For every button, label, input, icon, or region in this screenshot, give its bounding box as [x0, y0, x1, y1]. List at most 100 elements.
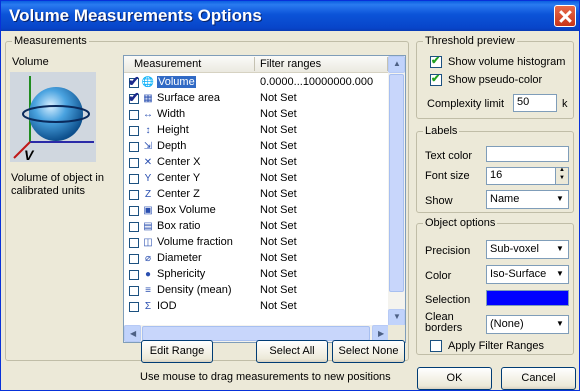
measurement-row[interactable]: ● Sphericity Not Set	[124, 267, 389, 283]
measurement-checkbox[interactable]	[129, 286, 139, 296]
measurement-row[interactable]: Y Center Y Not Set	[124, 171, 389, 187]
threshold-preview-group: Threshold preview Show volume histogram …	[416, 35, 574, 119]
font-size-spinner[interactable]: 16	[486, 167, 569, 185]
column-header-measurement[interactable]: Measurement	[134, 58, 201, 70]
sphericity-icon: ●	[144, 269, 152, 280]
font-size-spin-buttons[interactable]	[555, 167, 568, 184]
depth-icon: ⇲	[143, 141, 153, 152]
measurement-checkbox[interactable]	[129, 270, 139, 280]
column-divider[interactable]	[254, 57, 255, 71]
scroll-up-button[interactable]: ▲	[388, 56, 405, 73]
scroll-left-button[interactable]: ◀	[124, 325, 141, 342]
measurement-row[interactable]: ≡ Density (mean) Not Set	[124, 283, 389, 299]
color-select[interactable]: Iso-Surface	[486, 265, 569, 284]
show-pseudo-color-checkbox[interactable]	[430, 72, 442, 86]
object-options-legend: Object options	[423, 217, 498, 229]
filter-range-value: Not Set	[260, 220, 297, 232]
measurement-row[interactable]: 🌐Volume 0.0000...10000000.000	[124, 73, 389, 91]
measurement-checkbox[interactable]	[128, 89, 140, 106]
edit-range-button[interactable]: Edit Range	[141, 340, 213, 363]
show-volume-histogram-label[interactable]: Show volume histogram	[448, 56, 565, 68]
chevron-down-icon[interactable]	[553, 241, 568, 258]
chevron-down-icon[interactable]	[553, 266, 568, 283]
center-x-icon: ✕	[143, 157, 153, 168]
filter-range-value: Not Set	[260, 284, 297, 296]
apply-filter-ranges-checkbox[interactable]	[430, 340, 442, 352]
measurement-checkbox[interactable]	[129, 158, 139, 168]
measurement-list[interactable]: Measurement Filter ranges 🌐Volume 0.0000.…	[123, 55, 406, 343]
title-bar[interactable]: Volume Measurements Options	[1, 1, 579, 31]
measurement-row[interactable]: ◫ Volume fraction Not Set	[124, 235, 389, 251]
measurement-name[interactable]: Center X	[157, 156, 200, 168]
measurement-name[interactable]: Width	[157, 108, 185, 120]
measurement-row[interactable]: ⇲ Depth Not Set	[124, 139, 389, 155]
precision-select[interactable]: Sub-voxel	[486, 240, 569, 259]
show-pseudo-color-label[interactable]: Show pseudo-color	[448, 74, 542, 86]
ok-button[interactable]: OK	[417, 367, 492, 390]
measurement-name[interactable]: Sphericity	[157, 268, 205, 280]
column-header-filter-ranges[interactable]: Filter ranges	[260, 58, 321, 70]
show-select[interactable]: Name	[486, 190, 569, 209]
measurement-name[interactable]: Center Z	[157, 188, 200, 200]
measurement-row[interactable]: ⌀ Diameter Not Set	[124, 251, 389, 267]
measurement-checkbox[interactable]	[129, 110, 139, 120]
measurement-checkbox[interactable]	[129, 254, 139, 264]
filter-range-value: Not Set	[260, 188, 297, 200]
measurement-name[interactable]: Surface area	[157, 92, 220, 104]
measurement-name[interactable]: Volume fraction	[157, 236, 233, 248]
measurement-row[interactable]: ▦ Surface area Not Set	[124, 89, 389, 107]
chevron-down-icon[interactable]	[553, 316, 568, 333]
measurement-subtitle: Volume	[12, 56, 49, 68]
scroll-down-button[interactable]: ▼	[388, 309, 405, 326]
measurement-row[interactable]: ↕ Height Not Set	[124, 123, 389, 139]
color-value: Iso-Surface	[490, 268, 547, 280]
show-volume-histogram-checkbox[interactable]	[430, 54, 442, 68]
measurement-checkbox[interactable]	[129, 222, 139, 232]
apply-filter-ranges-label[interactable]: Apply Filter Ranges	[448, 340, 544, 352]
chevron-down-icon[interactable]	[553, 191, 568, 208]
measurement-name[interactable]: Volume	[157, 76, 196, 88]
measurement-row[interactable]: Z Center Z Not Set	[124, 187, 389, 203]
measurement-checkbox[interactable]	[129, 206, 139, 216]
clean-borders-select[interactable]: (None)	[486, 315, 569, 334]
measurement-row[interactable]: ▤ Box ratio Not Set	[124, 219, 389, 235]
cancel-button[interactable]: Cancel	[501, 367, 576, 390]
color-label: Color	[425, 270, 452, 282]
vertical-scrollbar[interactable]: ▲ ▼	[388, 56, 405, 326]
measurement-checkbox[interactable]	[129, 238, 139, 248]
measurement-row[interactable]: ✕ Center X Not Set	[124, 155, 389, 171]
measurement-row[interactable]: ↔ Width Not Set	[124, 107, 389, 123]
center-z-icon: Z	[144, 189, 152, 200]
measurement-checkbox[interactable]	[129, 302, 139, 312]
close-icon[interactable]	[554, 5, 576, 27]
measurement-checkbox[interactable]	[129, 126, 139, 136]
measurement-row[interactable]: Σ IOD Not Set	[124, 299, 389, 315]
measurement-name[interactable]: IOD	[157, 300, 177, 312]
measurement-checkbox[interactable]	[128, 73, 140, 90]
measurement-preview-image: V	[10, 72, 96, 163]
complexity-limit-input[interactable]: 50	[513, 94, 557, 112]
measurement-name[interactable]: Center Y	[157, 172, 200, 184]
measurement-checkbox[interactable]	[129, 190, 139, 200]
selection-color-swatch[interactable]	[486, 290, 569, 306]
measurement-name[interactable]: Box Volume	[157, 204, 216, 216]
measurement-name[interactable]: Diameter	[157, 252, 202, 264]
complexity-limit-label: Complexity limit	[427, 98, 505, 110]
measurement-name[interactable]: Depth	[157, 140, 186, 152]
measurement-name[interactable]: Box ratio	[157, 220, 200, 232]
font-size-label: Font size	[425, 170, 470, 182]
filter-range-value: Not Set	[260, 300, 297, 312]
measurement-checkbox[interactable]	[129, 142, 139, 152]
volume-icon: 🌐	[141, 77, 155, 88]
horizontal-scroll-thumb[interactable]	[142, 326, 370, 341]
select-none-button[interactable]: Select None	[332, 340, 405, 363]
measurement-name[interactable]: Density (mean)	[157, 284, 232, 296]
center-y-icon: Y	[144, 173, 152, 184]
measurements-legend: Measurements	[12, 35, 89, 47]
text-color-swatch[interactable]	[486, 146, 569, 162]
measurement-name[interactable]: Height	[157, 124, 189, 136]
select-all-button[interactable]: Select All	[256, 340, 328, 363]
measurement-row[interactable]: ▣ Box Volume Not Set	[124, 203, 389, 219]
scroll-thumb[interactable]	[389, 74, 404, 292]
measurement-checkbox[interactable]	[129, 174, 139, 184]
